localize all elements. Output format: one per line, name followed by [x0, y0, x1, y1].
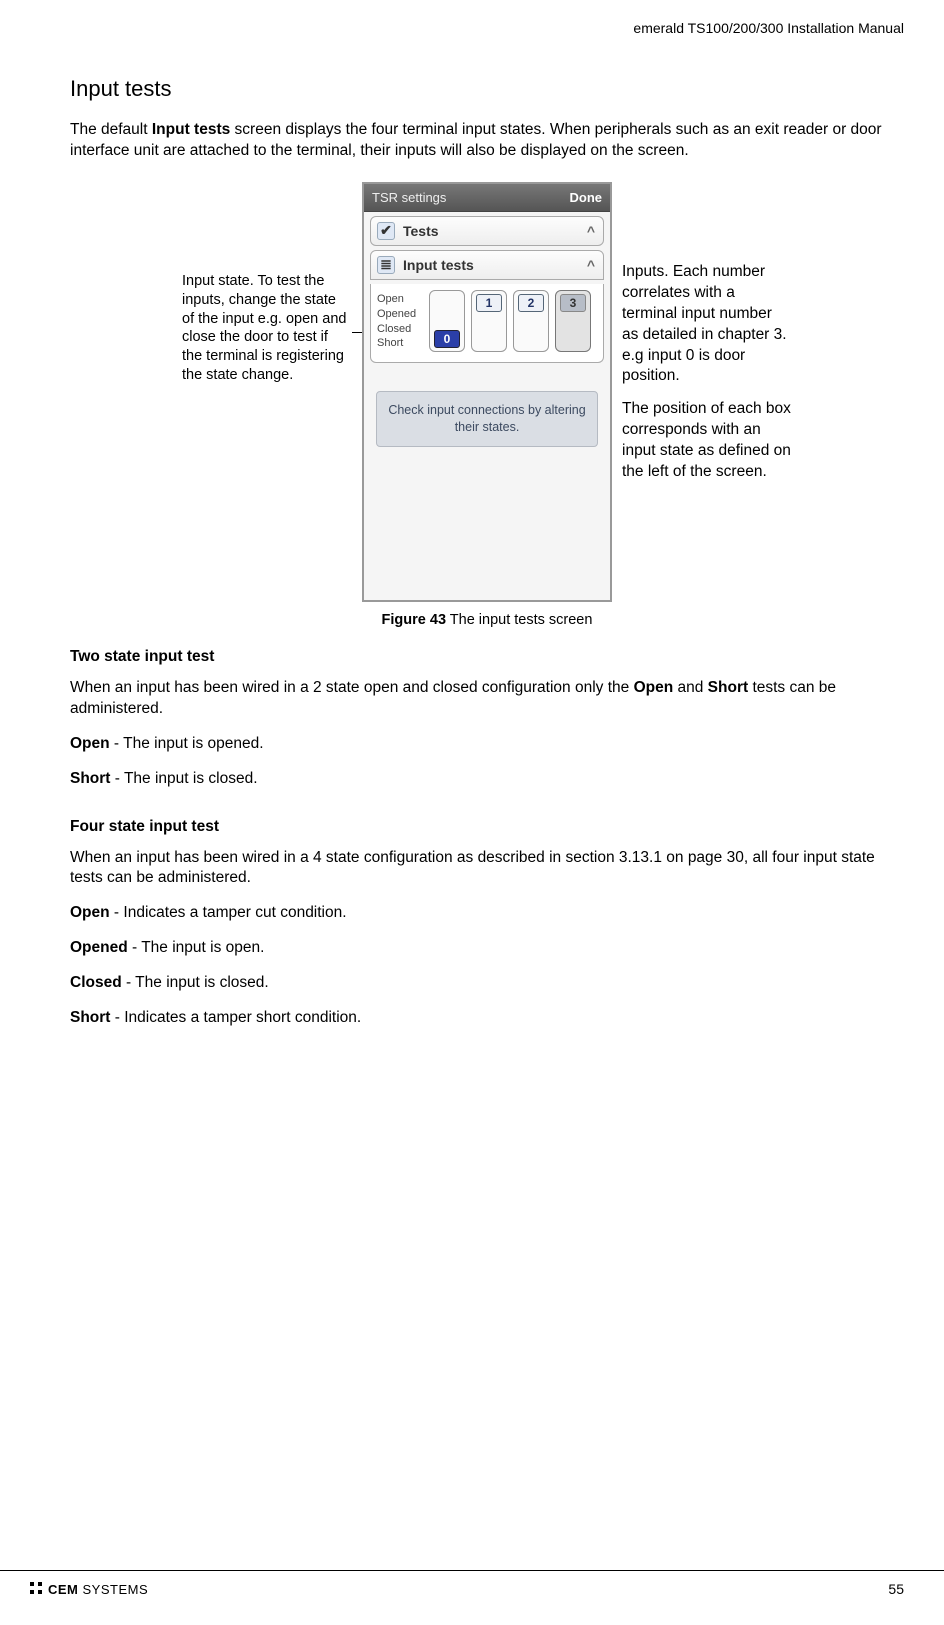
- input-boxes-row: 0 1 2 3: [429, 290, 599, 352]
- ts-short-b: Short: [70, 770, 110, 787]
- four-state-short: Short - Indicates a tamper short conditi…: [70, 1008, 904, 1029]
- callout-left-text: Input state. To test the inputs, change …: [182, 273, 346, 383]
- four-state-open: Open - Indicates a tamper cut condition.: [70, 903, 904, 924]
- four-state-opened: Opened - The input is open.: [70, 938, 904, 959]
- fs-open-b: Open: [70, 904, 110, 921]
- intro-paragraph: The default Input tests screen displays …: [70, 120, 904, 162]
- intro-bold: Input tests: [152, 121, 230, 138]
- fs-open-t: - Indicates a tamper cut condition.: [110, 904, 347, 921]
- list-icon: ≣: [377, 256, 395, 274]
- caption-bold: Figure 43: [382, 612, 446, 628]
- panel-input-tests-label: Input tests: [403, 257, 474, 273]
- callout-right-1: Inputs. Each number correlates with a te…: [622, 262, 792, 388]
- state-opened: Opened: [377, 307, 423, 322]
- chevron-icon: ^: [587, 223, 595, 239]
- two-state-heading: Two state input test: [70, 648, 904, 666]
- ts-short-t: - The input is closed.: [110, 770, 257, 787]
- ts-open-b: Open: [70, 735, 110, 752]
- figure-area: Input state. To test the inputs, change …: [70, 182, 904, 602]
- panel-input-tests[interactable]: ≣ Input tests ^: [370, 250, 604, 280]
- input-box-0[interactable]: 0: [429, 290, 465, 352]
- input-num-0: 0: [434, 330, 460, 348]
- hint-box: Check input connections by altering thei…: [376, 391, 598, 447]
- four-state-heading: Four state input test: [70, 818, 904, 836]
- chevron-icon: ^: [587, 257, 595, 273]
- fs-short-b: Short: [70, 1009, 110, 1026]
- input-num-3: 3: [560, 294, 586, 312]
- figure-caption: Figure 43 The input tests screen: [70, 612, 904, 628]
- inputs-body: Open Opened Closed Short 0 1 2: [370, 284, 604, 363]
- cem-logo: CEM SYSTEMS: [30, 1582, 148, 1597]
- four-state-closed: Closed - The input is closed.: [70, 973, 904, 994]
- state-labels: Open Opened Closed Short: [375, 290, 423, 352]
- input-box-2[interactable]: 2: [513, 290, 549, 352]
- fs-short-t: - Indicates a tamper short condition.: [110, 1009, 361, 1026]
- running-header: emerald TS100/200/300 Installation Manua…: [70, 20, 904, 36]
- page-footer: CEM SYSTEMS 55: [0, 1570, 944, 1607]
- fs-closed-t: - The input is closed.: [122, 974, 269, 991]
- section-title: Input tests: [70, 76, 904, 102]
- titlebar-left: TSR settings: [372, 190, 446, 205]
- callout-right-2: The position of each box corresponds wit…: [622, 399, 792, 483]
- callout-left: Input state. To test the inputs, change …: [182, 182, 352, 385]
- screenshot-titlebar: TSR settings Done: [364, 184, 610, 212]
- two-state-open: Open - The input is opened.: [70, 734, 904, 755]
- fs-closed-b: Closed: [70, 974, 122, 991]
- check-icon: ✔: [377, 222, 395, 240]
- callout-right: Inputs. Each number correlates with a te…: [622, 182, 792, 495]
- caption-rest: The input tests screen: [446, 612, 592, 628]
- two-state-short: Short - The input is closed.: [70, 769, 904, 790]
- intro-pre: The default: [70, 121, 152, 138]
- panel-tests[interactable]: ✔ Tests ^: [370, 216, 604, 246]
- two-state-p1: When an input has been wired in a 2 stat…: [70, 678, 904, 720]
- ts-p1-mid: and: [673, 679, 707, 696]
- done-button[interactable]: Done: [570, 190, 603, 205]
- logo-bold: CEM: [48, 1582, 78, 1597]
- panel-tests-label: Tests: [403, 223, 439, 239]
- page-number: 55: [888, 1581, 904, 1597]
- ts-p1-b1: Open: [634, 679, 674, 696]
- input-box-3[interactable]: 3: [555, 290, 591, 352]
- input-num-2: 2: [518, 294, 544, 312]
- fs-opened-b: Opened: [70, 939, 128, 956]
- state-open: Open: [377, 292, 423, 307]
- four-state-p1: When an input has been wired in a 4 stat…: [70, 848, 904, 890]
- fs-opened-t: - The input is open.: [128, 939, 265, 956]
- state-short: Short: [377, 336, 423, 351]
- screenshot-device: TSR settings Done ✔ Tests ^ ≣ Input test…: [362, 182, 612, 602]
- ts-p1-pre: When an input has been wired in a 2 stat…: [70, 679, 634, 696]
- logo-rest: SYSTEMS: [78, 1582, 148, 1597]
- input-num-1: 1: [476, 294, 502, 312]
- ts-p1-b2: Short: [708, 679, 748, 696]
- logo-dots-icon: [30, 1582, 44, 1596]
- ts-open-t: - The input is opened.: [110, 735, 264, 752]
- input-box-1[interactable]: 1: [471, 290, 507, 352]
- state-closed: Closed: [377, 322, 423, 337]
